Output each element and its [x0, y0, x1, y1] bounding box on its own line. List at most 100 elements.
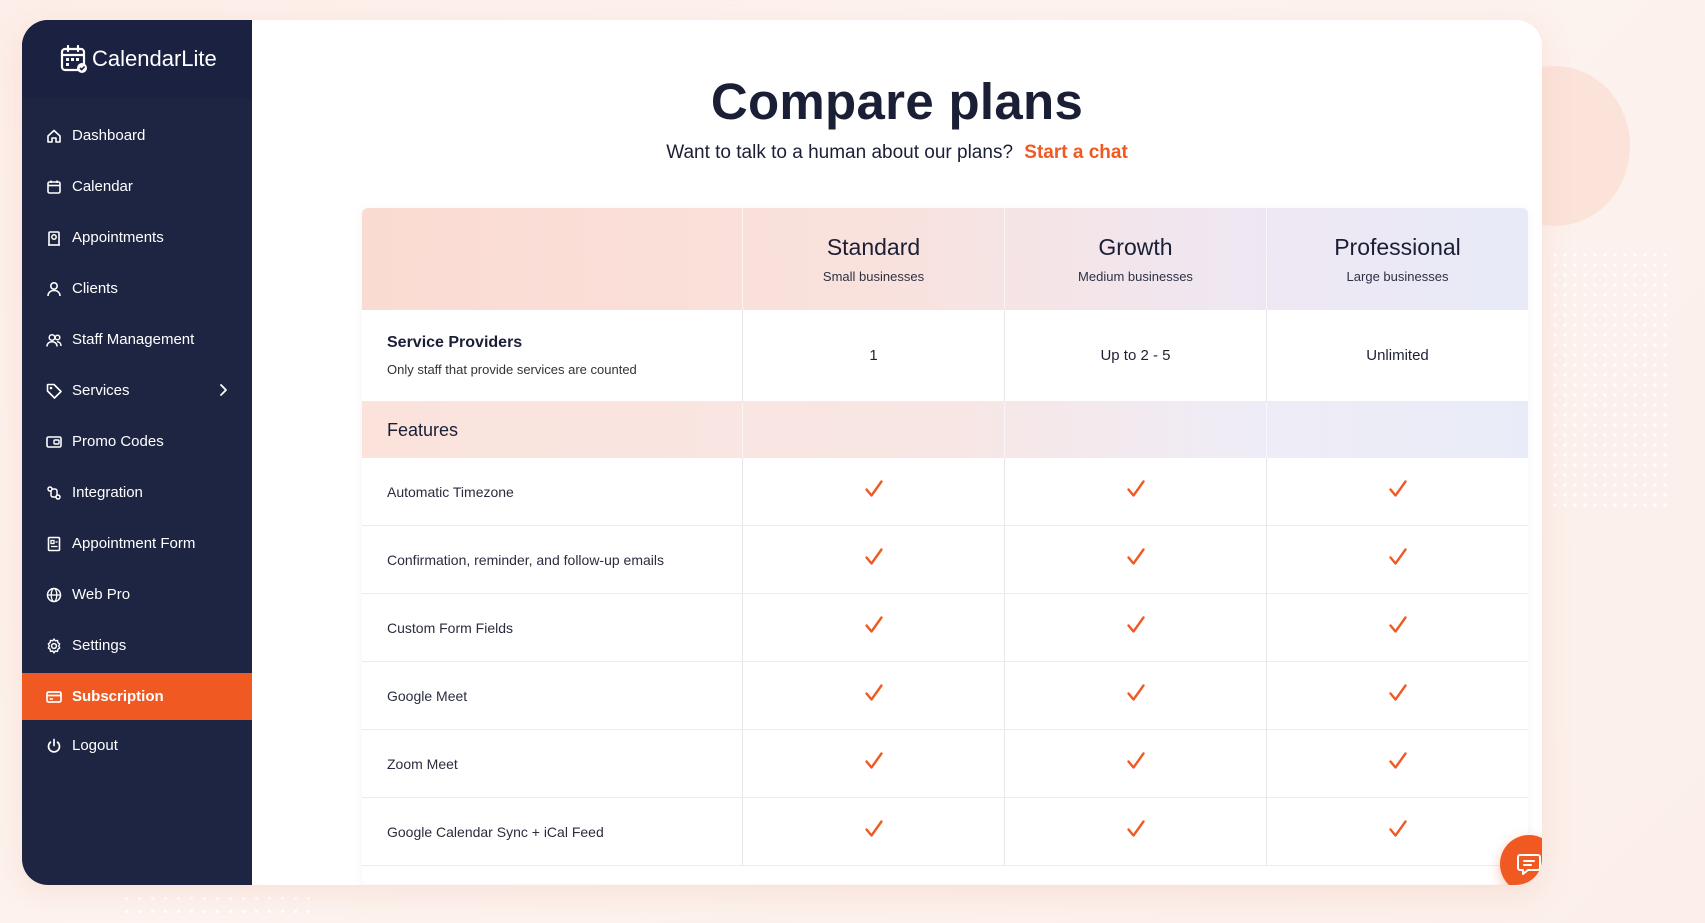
form-icon: [45, 535, 63, 553]
feature-cell-professional: [1267, 594, 1528, 661]
feature-label-cell: Custom Form Fields: [362, 594, 743, 661]
background-dots: [1550, 250, 1670, 510]
feature-label: Confirmation, reminder, and follow-up em…: [387, 551, 665, 568]
providers-value-standard: 1: [743, 310, 1005, 401]
sidebar-item-integration[interactable]: Integration: [22, 467, 252, 518]
checkmark-icon: [1125, 546, 1147, 573]
plan-column-professional: Professional Large businesses: [1267, 208, 1528, 310]
feature-row: Google Meet: [362, 662, 1528, 730]
feature-cell-professional: [1267, 526, 1528, 593]
providers-value: Unlimited: [1366, 347, 1429, 364]
app-logo[interactable]: CalendarLite: [22, 20, 252, 98]
features-section-row: Features: [362, 402, 1528, 458]
globe-icon: [45, 586, 63, 604]
checkmark-icon: [863, 614, 885, 641]
plan-column-growth: Growth Medium businesses: [1005, 208, 1267, 310]
providers-value-professional: Unlimited: [1267, 310, 1528, 401]
feature-row: Custom Form Fields: [362, 594, 1528, 662]
feature-label-cell: Google Calendar Sync + iCal Feed: [362, 798, 743, 865]
sidebar-item-services[interactable]: Services: [22, 365, 252, 416]
sidebar-item-appointment-form[interactable]: Appointment Form: [22, 518, 252, 569]
feature-label-cell: Google Meet: [362, 662, 743, 729]
checkmark-icon: [1125, 750, 1147, 777]
checkmark-icon: [863, 478, 885, 505]
feature-row: Google Calendar Sync + iCal Feed: [362, 798, 1528, 866]
sidebar-item-promo-codes[interactable]: Promo Codes: [22, 416, 252, 467]
integration-icon: [45, 484, 63, 502]
chevron-right-icon[interactable]: [216, 382, 230, 398]
checkmark-icon: [863, 546, 885, 573]
sidebar-item-label: Settings: [72, 637, 127, 654]
chat-icon: [1517, 854, 1541, 875]
sidebar-item-calendar[interactable]: Calendar: [22, 161, 252, 212]
sidebar-item-label: Web Pro: [72, 586, 131, 603]
gear-icon: [45, 637, 63, 655]
start-chat-link[interactable]: Start a chat: [1024, 142, 1127, 163]
providers-label-cell: Service Providers Only staff that provid…: [362, 310, 743, 401]
providers-value: 1: [869, 347, 878, 364]
sidebar-item-label: Promo Codes: [72, 433, 164, 450]
sidebar-item-clients[interactable]: Clients: [22, 263, 252, 314]
providers-title: Service Providers: [387, 334, 523, 351]
feature-cell-standard: [743, 730, 1005, 797]
app-window: CalendarLite Dashboard Calendar Appointmen…: [22, 20, 1542, 885]
sidebar-item-label: Subscription: [72, 688, 164, 705]
checkmark-icon: [1387, 546, 1409, 573]
feature-cell-standard: [743, 594, 1005, 661]
feature-cell-standard: [743, 458, 1005, 525]
sidebar-item-web-pro[interactable]: Web Pro: [22, 569, 252, 620]
users-icon: [45, 331, 63, 349]
feature-cell-standard: [743, 662, 1005, 729]
sidebar-item-staff-management[interactable]: Staff Management: [22, 314, 252, 365]
plans-comparison-table: Standard Small businesses Growth Medium …: [362, 208, 1528, 884]
plan-name: Growth: [1098, 234, 1173, 260]
providers-value-growth: Up to 2 - 5: [1005, 310, 1267, 401]
feature-cell-growth: [1005, 798, 1267, 865]
background-dots-bottom: [120, 892, 320, 922]
ticket-icon: [45, 433, 63, 451]
checkmark-icon: [1125, 818, 1147, 845]
sidebar-item-dashboard[interactable]: Dashboard: [22, 110, 252, 161]
feature-cell-standard: [743, 526, 1005, 593]
sidebar: CalendarLite Dashboard Calendar Appointmen…: [22, 20, 252, 885]
sidebar-item-logout[interactable]: Logout: [22, 720, 252, 771]
feature-label: Zoom Meet: [387, 755, 458, 772]
sidebar-item-label: Staff Management: [72, 331, 195, 348]
plans-header-row: Standard Small businesses Growth Medium …: [362, 208, 1528, 310]
service-providers-row: Service Providers Only staff that provid…: [362, 310, 1528, 402]
plan-column-standard: Standard Small businesses: [743, 208, 1005, 310]
subtitle-text: Want to talk to a human about our plans?: [666, 142, 1014, 163]
sidebar-item-label: Dashboard: [72, 127, 146, 144]
sidebar-item-subscription[interactable]: Subscription: [22, 673, 252, 720]
sidebar-nav: Dashboard Calendar Appointments Clients Staf…: [22, 98, 252, 771]
checkmark-icon: [863, 750, 885, 777]
checkmark-icon: [1125, 478, 1147, 505]
sidebar-item-label: Clients: [72, 280, 118, 297]
feature-row: Confirmation, reminder, and follow-up em…: [362, 526, 1528, 594]
plan-name: Professional: [1334, 234, 1461, 260]
feature-label: Google Calendar Sync + iCal Feed: [387, 823, 604, 840]
tag-icon: [45, 382, 63, 400]
appointments-icon: [45, 229, 63, 247]
sidebar-item-label: Services: [72, 382, 130, 399]
sidebar-item-label: Integration: [72, 484, 143, 501]
feature-label-cell: Zoom Meet: [362, 730, 743, 797]
checkmark-icon: [1387, 682, 1409, 709]
section-empty-cell: [1267, 402, 1528, 458]
providers-value: Up to 2 - 5: [1100, 347, 1171, 364]
header-empty-cell: [362, 208, 743, 310]
feature-cell-growth: [1005, 458, 1267, 525]
sidebar-item-appointments[interactable]: Appointments: [22, 212, 252, 263]
feature-cell-professional: [1267, 662, 1528, 729]
main-content: Compare plans Want to talk to a human ab…: [252, 20, 1542, 885]
feature-label-cell: Automatic Timezone: [362, 458, 743, 525]
sidebar-item-label: Appointments: [72, 229, 164, 246]
section-empty-cell: [1005, 402, 1267, 458]
checkmark-icon: [863, 818, 885, 845]
feature-row: Zoom Meet: [362, 730, 1528, 798]
sidebar-item-label: Calendar: [72, 178, 133, 195]
feature-cell-professional: [1267, 730, 1528, 797]
sidebar-item-settings[interactable]: Settings: [22, 620, 252, 671]
power-icon: [45, 737, 63, 755]
feature-cell-growth: [1005, 730, 1267, 797]
